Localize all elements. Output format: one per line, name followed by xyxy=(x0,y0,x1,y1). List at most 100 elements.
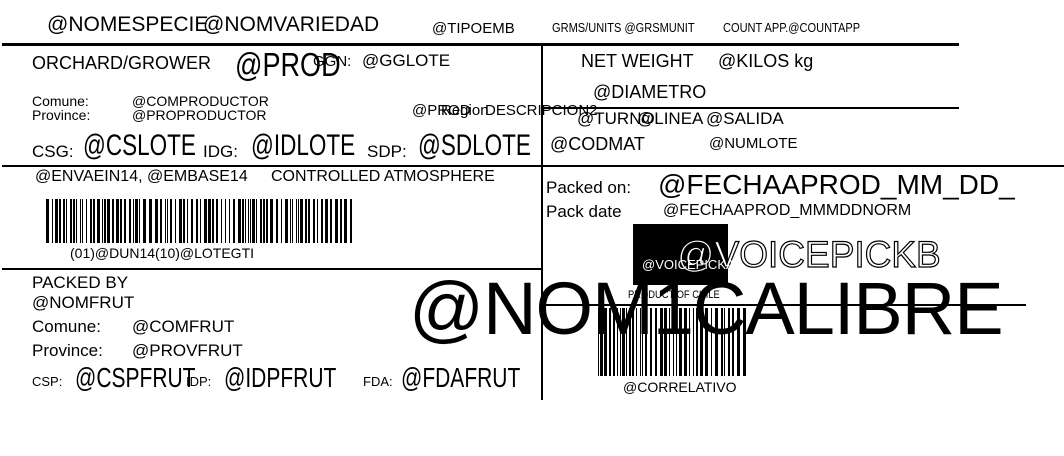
barcode-bar xyxy=(308,199,310,243)
barcode-bar xyxy=(256,199,257,243)
barcode-bar xyxy=(80,199,81,243)
barcode-bar xyxy=(55,199,58,243)
barcode-bar xyxy=(139,199,140,243)
grams-text: GRMS/UNITS @GRSMUNIT xyxy=(552,20,695,35)
barcode-bar xyxy=(112,199,114,243)
barcode-bar xyxy=(350,199,352,243)
nomfrut-value: @NOMFRUT xyxy=(32,293,135,312)
barcode-bar xyxy=(208,199,211,243)
barcode-bar xyxy=(196,199,198,243)
csp-value: @CSPFRUT xyxy=(75,362,196,393)
barcode-bar xyxy=(325,199,328,243)
barcode-bar xyxy=(290,199,291,243)
gtin-barcode xyxy=(46,199,358,243)
barcode-bar xyxy=(160,199,162,243)
barcode-bar xyxy=(216,199,218,243)
ggn-label: GGN: xyxy=(313,53,352,70)
province-value: @PROPRODUCTOR xyxy=(132,107,267,123)
barcode-bar xyxy=(221,199,222,243)
barcode-bar xyxy=(52,199,53,243)
barcode-bar xyxy=(242,199,244,243)
barcode-bar xyxy=(86,199,87,243)
barcode-bar xyxy=(335,199,338,243)
barcode-bar xyxy=(317,199,318,243)
comune-value: @COMPRODUCTOR xyxy=(132,93,269,109)
barcode-bar xyxy=(212,199,214,243)
overlap-salida: @SALIDA xyxy=(706,109,784,128)
sdp-value: @SDLOTE xyxy=(418,129,531,162)
barcode-bar xyxy=(82,199,83,243)
kilos-value: @KILOS kg xyxy=(718,51,814,71)
barcode-bar xyxy=(63,199,65,243)
top-rule xyxy=(2,43,959,46)
barcode-bar xyxy=(266,199,268,243)
comune-label: Comune: xyxy=(32,93,89,109)
barcode-bar xyxy=(191,199,193,243)
overlap-region: Region xyxy=(441,102,489,119)
barcode-bar xyxy=(133,199,134,243)
barcode-bar xyxy=(276,199,278,243)
csp-label: CSP: xyxy=(32,374,63,389)
right-divider-2 xyxy=(543,165,1064,167)
barcode-bar xyxy=(298,199,299,243)
barcode-bar xyxy=(175,199,176,243)
barcode-bar xyxy=(116,199,119,243)
packed-on-value: @FECHAAPROD_MM_DD_ xyxy=(658,169,1015,200)
barcode-bar xyxy=(344,199,347,243)
idp-label: IDP: xyxy=(186,374,212,389)
barcode-bar xyxy=(252,199,255,243)
barcode-bar xyxy=(260,199,262,243)
barcode-bar xyxy=(245,199,246,243)
barcode-bar xyxy=(204,199,207,243)
orchard-label: ORCHARD/GROWER xyxy=(32,53,211,73)
csg-value: @CSLOTE xyxy=(83,129,196,162)
packer-province-label: Province: xyxy=(32,341,103,360)
envase-text: @ENVAEIN14, @EMBASE14 xyxy=(35,168,248,185)
pack-date-value: @FECHAAPROD_MMMDDNORM xyxy=(663,202,912,219)
barcode-bar xyxy=(165,199,166,243)
barcode-bar xyxy=(59,199,61,243)
barcode-bar xyxy=(143,199,146,243)
barcode-bar xyxy=(187,199,188,243)
barcode-bar xyxy=(233,199,235,243)
overlap-linea: @LINEA xyxy=(637,109,704,128)
pack-date-label: Pack date xyxy=(546,202,622,221)
packed-by-label: PACKED BY xyxy=(32,273,129,292)
sdp-label: SDP: xyxy=(367,142,407,161)
barcode-bar xyxy=(70,199,72,243)
variety-text: @NOMVARIEDAD xyxy=(203,13,380,36)
packed-on-label: Packed on: xyxy=(546,178,632,197)
barcode-bar xyxy=(296,199,297,243)
barcode-bar xyxy=(149,199,152,243)
count-text: COUNT APP.@COUNTAPP xyxy=(723,20,861,35)
numlote-value: @NUMLOTE xyxy=(709,135,798,152)
species-text: @NOMESPECIE xyxy=(47,13,209,36)
barcode-bar xyxy=(300,199,303,243)
province-label: Province: xyxy=(32,107,91,123)
csg-label: CSG: xyxy=(32,142,74,161)
barcode-bar xyxy=(90,199,92,243)
barcode-bar xyxy=(135,199,138,243)
barcode-bar xyxy=(340,199,342,243)
barcode-bar xyxy=(248,199,249,243)
correlativo-text: @CORRELATIVO xyxy=(623,379,737,395)
barcode-bar xyxy=(155,199,158,243)
barcode-bar xyxy=(225,199,226,243)
gglote-value: @GGLOTE xyxy=(362,51,451,70)
barcode-bar xyxy=(250,199,251,243)
barcode-bar xyxy=(281,199,282,243)
codmat-value: @CODMAT xyxy=(550,134,645,154)
barcode-bar xyxy=(97,199,100,243)
barcode-bar xyxy=(321,199,323,243)
barcode-bar xyxy=(229,199,230,243)
packer-comune-value: @COMFRUT xyxy=(132,317,235,336)
barcode-bar xyxy=(263,199,265,243)
idp-value: @IDPFRUT xyxy=(224,362,337,393)
barcode-bar xyxy=(73,199,75,243)
gtin-barcode-text: (01)@DUN14(10)@LOTEGTI xyxy=(70,245,255,261)
barcode-bar xyxy=(170,199,172,243)
barcode-bar xyxy=(46,199,49,243)
barcode-bar xyxy=(167,199,168,243)
barcode-bar xyxy=(238,199,241,243)
idg-label: IDG: xyxy=(203,142,238,161)
